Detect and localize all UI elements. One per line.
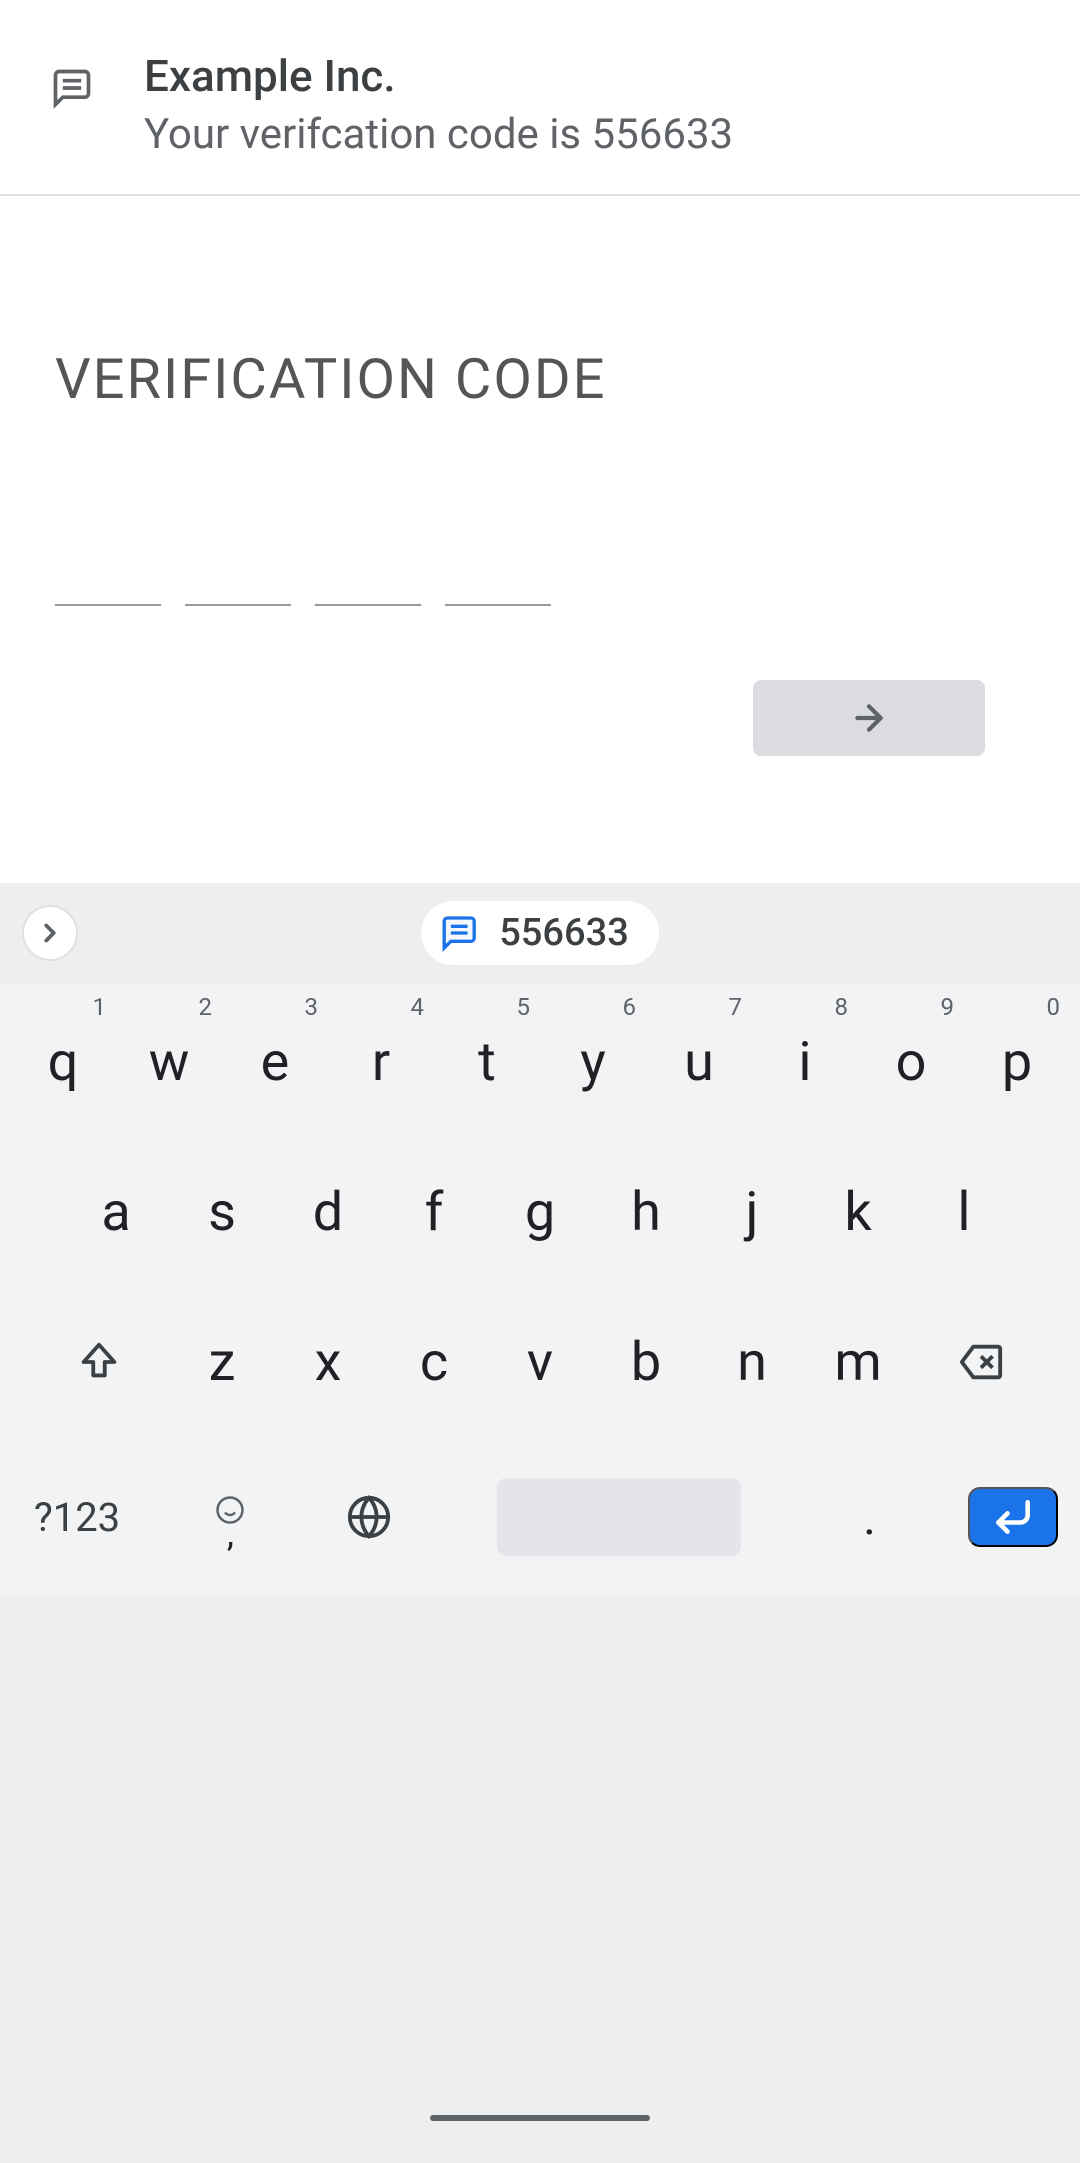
shift-icon	[76, 1339, 122, 1385]
key-a[interactable]: a	[63, 1147, 169, 1277]
key-row-3: z x c v b n m	[8, 1297, 1072, 1427]
backspace-icon	[958, 1339, 1004, 1385]
key-o[interactable]: 9o	[858, 997, 964, 1127]
code-digit-3[interactable]	[315, 562, 421, 606]
code-digit-1[interactable]	[55, 562, 161, 606]
key-row-4: ?123 , .	[8, 1447, 1072, 1587]
expand-suggestions-button[interactable]	[22, 905, 78, 961]
code-digit-4[interactable]	[445, 562, 551, 606]
key-c[interactable]: c	[381, 1297, 487, 1427]
suggestion-bar: 556633	[0, 883, 1080, 983]
globe-icon	[346, 1494, 392, 1540]
otp-suggestion-chip[interactable]: 556633	[421, 901, 659, 965]
arrow-right-icon	[849, 698, 889, 738]
key-k[interactable]: k	[805, 1147, 911, 1277]
key-m[interactable]: m	[805, 1297, 911, 1427]
key-p[interactable]: 0p	[964, 997, 1070, 1127]
key-w[interactable]: 2w	[116, 997, 222, 1127]
key-n[interactable]: n	[699, 1297, 805, 1427]
key-s[interactable]: s	[169, 1147, 275, 1277]
key-x[interactable]: x	[275, 1297, 381, 1427]
key-b[interactable]: b	[593, 1297, 699, 1427]
code-digit-2[interactable]	[185, 562, 291, 606]
key-u[interactable]: 7u	[646, 997, 752, 1127]
chevron-right-icon	[35, 918, 65, 948]
enter-key[interactable]	[968, 1487, 1058, 1547]
nav-handle[interactable]	[430, 2115, 650, 2121]
key-e[interactable]: 3e	[222, 997, 328, 1127]
key-t[interactable]: 5t	[434, 997, 540, 1127]
key-g[interactable]: g	[487, 1147, 593, 1277]
key-v[interactable]: v	[487, 1297, 593, 1427]
key-r[interactable]: 4r	[328, 997, 434, 1127]
message-icon	[439, 913, 479, 953]
message-icon	[50, 66, 94, 110]
symbols-key[interactable]: ?123	[22, 1494, 132, 1541]
key-j[interactable]: j	[699, 1147, 805, 1277]
key-i[interactable]: 8i	[752, 997, 858, 1127]
verification-content: VERIFICATION CODE	[0, 196, 1080, 883]
page-heading: VERIFICATION CODE	[55, 346, 1025, 412]
emoji-key[interactable]: ,	[190, 1495, 270, 1539]
period-key[interactable]: .	[830, 1489, 910, 1546]
shift-key[interactable]	[29, 1297, 169, 1427]
navigation-bar	[0, 2073, 1080, 2163]
key-f[interactable]: f	[381, 1147, 487, 1277]
code-input-group	[55, 562, 1025, 606]
space-key[interactable]	[497, 1478, 741, 1556]
key-z[interactable]: z	[169, 1297, 275, 1427]
on-screen-keyboard: 556633 1q 2w 3e 4r 5t 6y 7u 8i 9o 0p a s…	[0, 883, 1080, 2163]
key-h[interactable]: h	[593, 1147, 699, 1277]
notification-body: Your verifcation code is 556633	[144, 110, 1030, 159]
key-l[interactable]: l	[911, 1147, 1017, 1277]
key-y[interactable]: 6y	[540, 997, 646, 1127]
backspace-key[interactable]	[911, 1297, 1051, 1427]
enter-icon	[991, 1495, 1035, 1539]
language-key[interactable]	[329, 1494, 409, 1540]
sms-notification[interactable]: Example Inc. Your verifcation code is 55…	[0, 0, 1080, 196]
key-row-2: a s d f g h j k l	[8, 1147, 1072, 1277]
key-row-1: 1q 2w 3e 4r 5t 6y 7u 8i 9o 0p	[8, 997, 1072, 1127]
key-q[interactable]: 1q	[10, 997, 116, 1127]
key-d[interactable]: d	[275, 1147, 381, 1277]
suggestion-code: 556633	[499, 911, 629, 955]
notification-sender: Example Inc.	[144, 50, 1030, 102]
submit-button[interactable]	[753, 680, 985, 756]
